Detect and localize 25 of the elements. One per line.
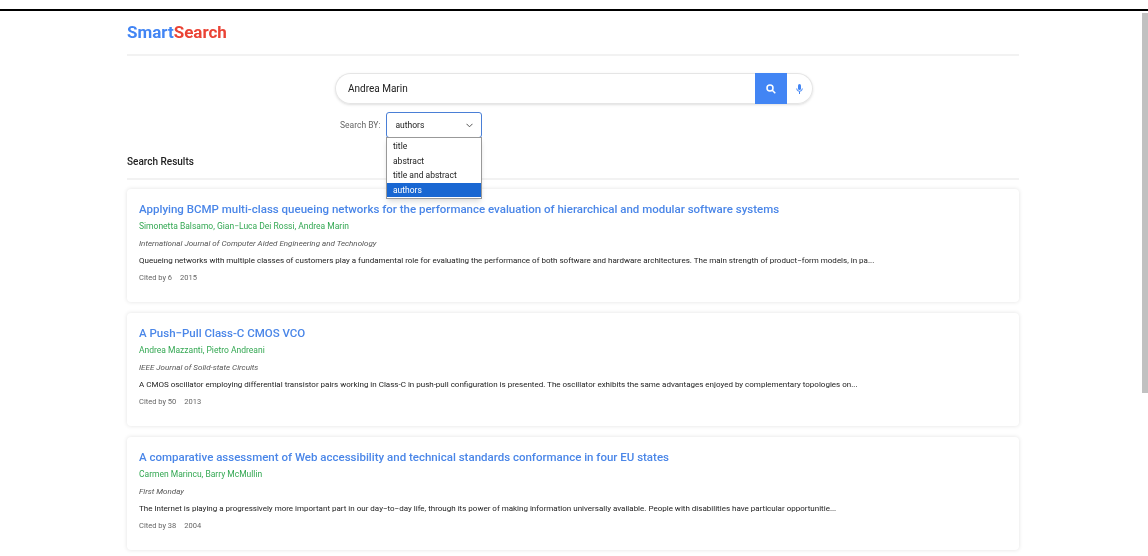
scrollbar[interactable] (1142, 13, 1148, 393)
dropdown-option[interactable]: authors (387, 182, 481, 197)
dropdown-option[interactable]: title (387, 139, 481, 154)
search-button[interactable] (755, 73, 787, 104)
result-authors: Carmen Marincu, Barry McMullin (139, 469, 263, 480)
result-venue: IEEE Journal of Solid-state Circuits (139, 362, 259, 373)
results-heading: Search Results (127, 156, 194, 167)
search-icon (766, 83, 776, 94)
dropdown-option[interactable]: abstract (387, 153, 481, 168)
result-venue: First Monday (139, 486, 184, 497)
result-abstract: A CMOS oscillator employing differential transistor pairs working in Class-C in push-pull configuration is presented. The oscillator exhibits the same advantages enjoyed by complementary topologies on... (139, 379, 858, 390)
result-authors: Andrea Mazzanti, Pietro Andreani (139, 345, 265, 356)
result-authors: Simonetta Balsamo, Gian−Luca Dei Rossi, Andrea Marin (139, 221, 349, 232)
result-title-link[interactable]: A Push−Pull Class-C CMOS VCO (139, 326, 306, 341)
search-field[interactable]: Andrea Marin (335, 73, 755, 104)
logo: SmartSearch (127, 21, 227, 44)
chevron-down-icon (466, 122, 474, 128)
result-abstract: The Internet is playing a progressively more important part in our day−to−day life, through its power of making information universally available. People with disabilities have particular opportunitie... (139, 503, 837, 514)
search-by-label: Search BY: (340, 118, 381, 132)
result-abstract: Queueing networks with multiple classes of customers play a fundamental role for evaluating the performance of both software and hardware architectures. The main strength of product−form models, in pa... (139, 255, 875, 266)
dropdown-option[interactable]: title and abstract (387, 168, 481, 183)
result-venue: International Journal of Computer Aided Engineering and Technology (139, 238, 377, 249)
result-title-link[interactable]: A comparative assessment of Web accessibility and technical standards conformance in four EU states (139, 450, 669, 465)
result-title-link[interactable]: Applying BCMP multi-class queueing networks for the performance evaluation of hierarchical and modular software systems (139, 202, 780, 217)
microphone-icon (796, 83, 803, 94)
